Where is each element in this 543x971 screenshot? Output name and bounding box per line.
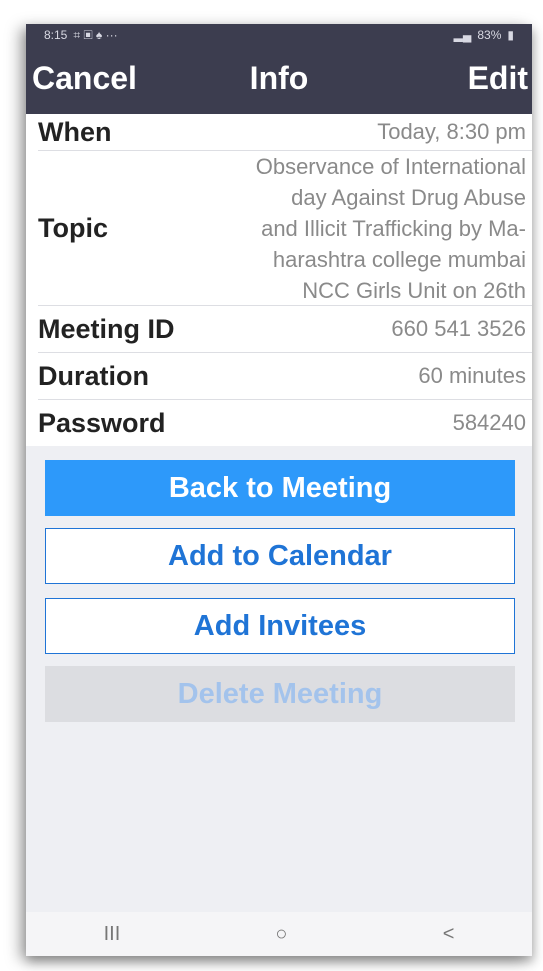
duration-value: 60 minutes — [418, 363, 526, 388]
topic-line: and Illicit Trafficking by Ma- — [261, 215, 526, 241]
meeting-id-value: 660 541 3526 — [391, 316, 526, 341]
duration-label: Duration — [38, 360, 149, 391]
status-time: 8:15 — [44, 28, 68, 42]
notification-icons: ⌗ ▣ ♠ ··· — [73, 27, 118, 42]
info-row-meeting-id: Meeting ID 660 541 3526 — [38, 306, 532, 353]
info-row-duration: Duration 60 minutes — [38, 353, 532, 400]
battery-icon: ▮ — [507, 28, 514, 42]
topic-line: NCC Girls Unit on 26th — [302, 277, 526, 303]
back-icon[interactable]: < — [443, 923, 455, 946]
add-invitees-button[interactable]: Add Invitees — [45, 598, 515, 654]
status-left: 8:15 ⌗ ▣ ♠ ··· — [44, 28, 118, 43]
add-to-calendar-button[interactable]: Add to Calendar — [45, 528, 515, 584]
info-row-password: Password 584240 — [38, 400, 532, 446]
battery-percent: 83% — [477, 28, 502, 42]
status-bar: 8:15 ⌗ ▣ ♠ ··· ▂▄ 83% ▮ — [26, 24, 532, 46]
password-value: 584240 — [452, 410, 526, 435]
nav-bar: Cancel Info Edit — [26, 46, 532, 114]
topic-label: Topic — [38, 212, 108, 243]
status-right: ▂▄ 83% ▮ — [454, 28, 514, 42]
recent-apps-icon[interactable]: III — [104, 923, 121, 946]
home-icon[interactable]: ○ — [275, 923, 287, 946]
phone-screen: 8:15 ⌗ ▣ ♠ ··· ▂▄ 83% ▮ Cancel Info Edit… — [26, 24, 532, 956]
meeting-id-label: Meeting ID — [38, 313, 175, 344]
topic-line: Observance of International — [255, 153, 526, 179]
system-nav-bar: III ○ < — [26, 912, 532, 956]
edit-button[interactable]: Edit — [468, 60, 528, 97]
when-value: Today, 8:30 pm — [377, 119, 526, 144]
password-label: Password — [38, 407, 166, 438]
topic-line: harashtra college mumbai — [272, 246, 526, 272]
cancel-button[interactable]: Cancel — [32, 60, 137, 97]
delete-meeting-button[interactable]: Delete Meeting — [45, 666, 515, 722]
back-to-meeting-button[interactable]: Back to Meeting — [45, 460, 515, 516]
topic-line: day Against Drug Abuse — [291, 184, 526, 210]
topic-value: Observance of International day Against … — [136, 151, 526, 306]
info-row-when: When Today, 8:30 pm — [38, 114, 532, 151]
signal-icon: ▂▄ — [453, 28, 472, 42]
when-label: When — [38, 116, 112, 147]
info-row-topic: Topic Observance of International day Ag… — [38, 151, 532, 306]
meeting-info-list: When Today, 8:30 pm Topic Observance of … — [26, 114, 532, 446]
